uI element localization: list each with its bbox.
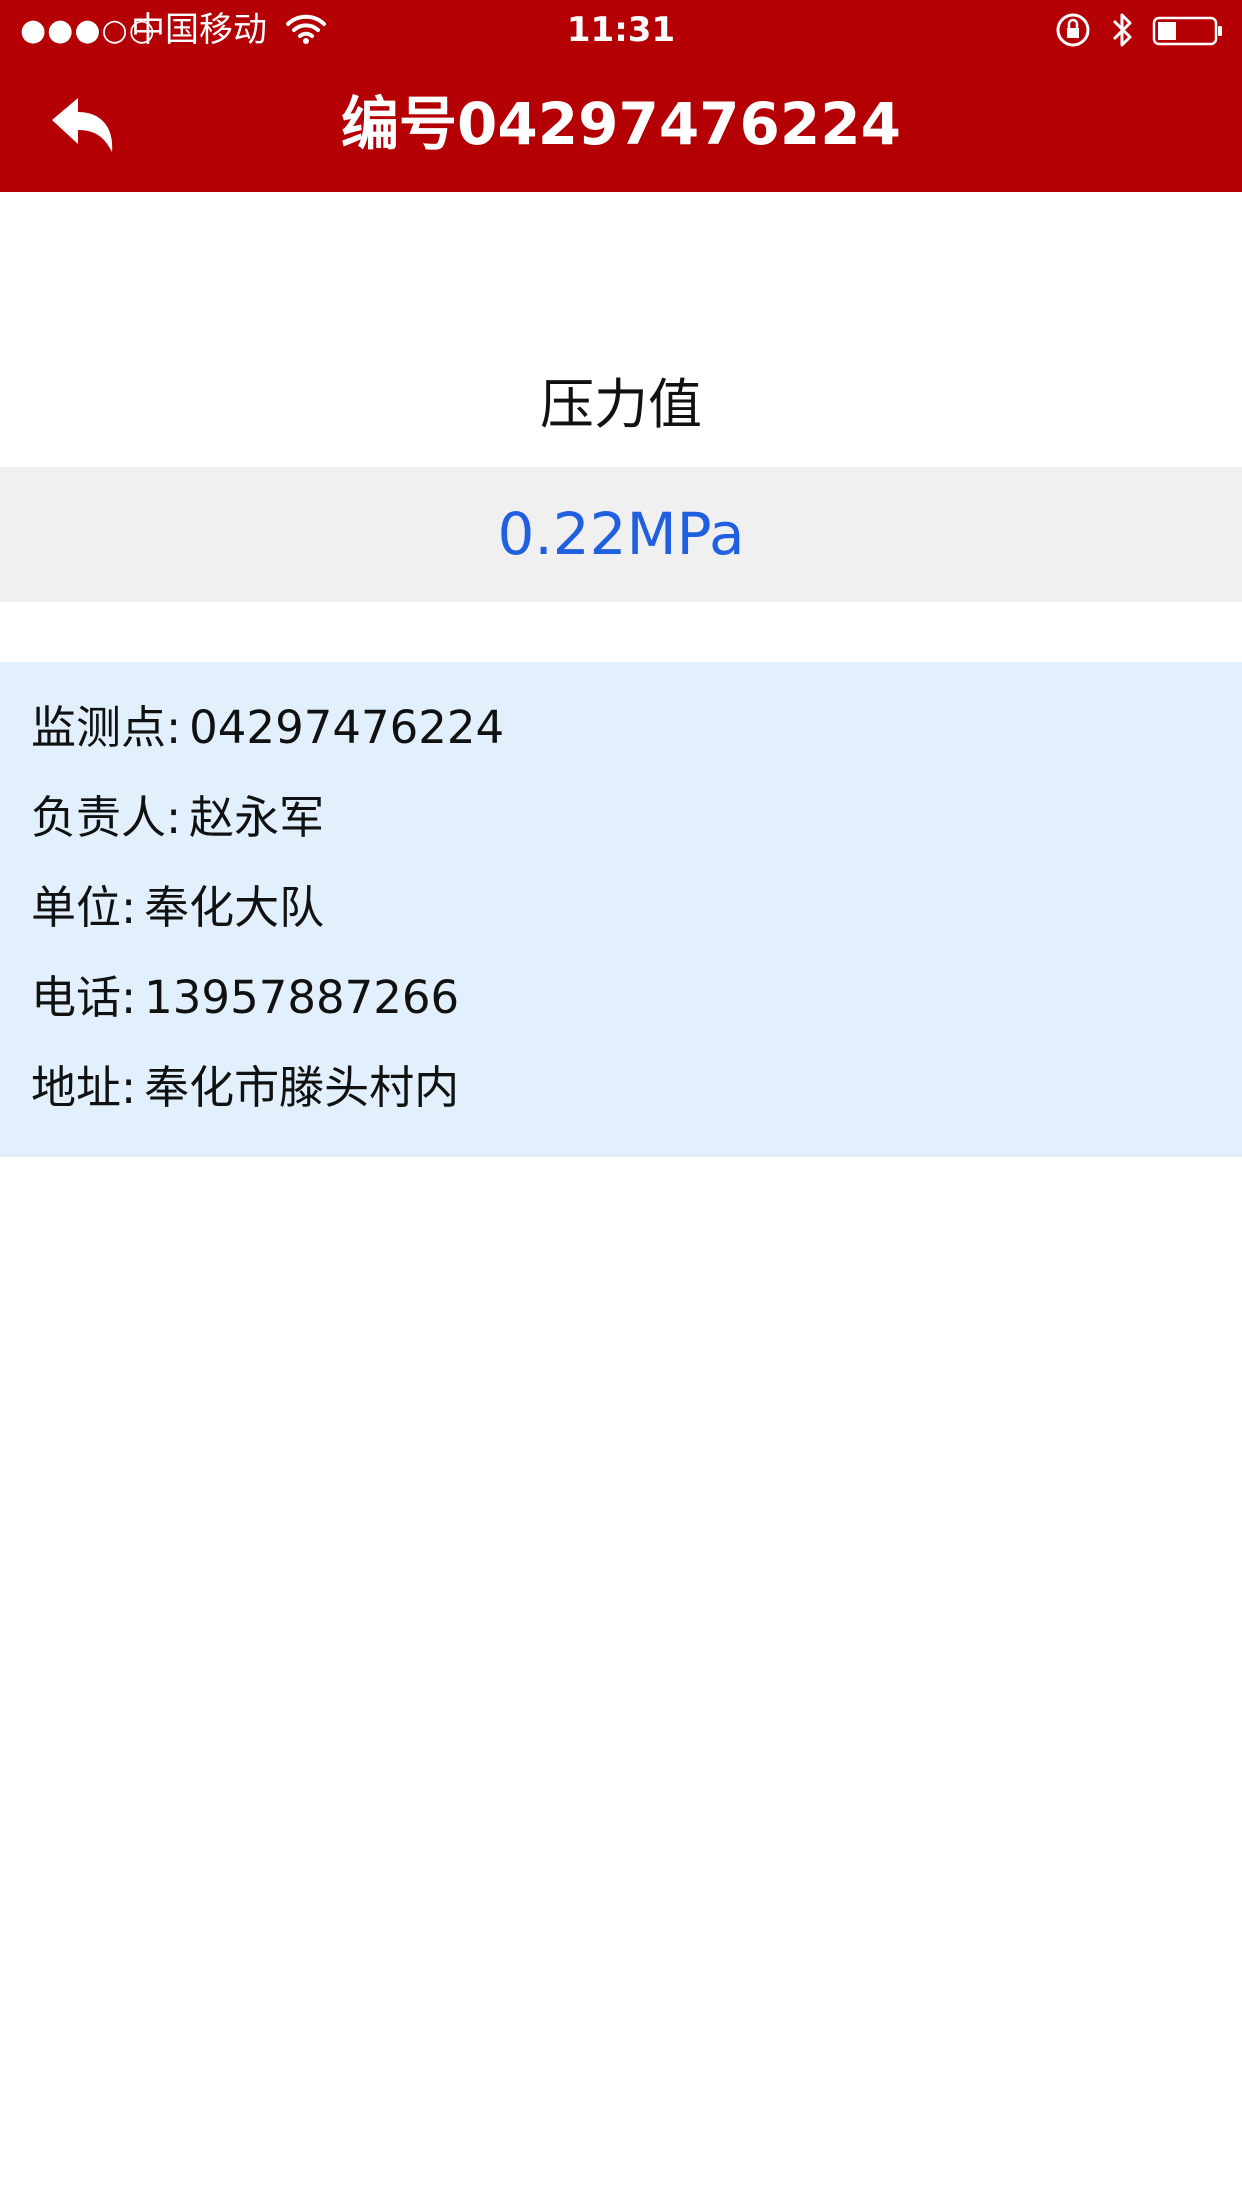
- orientation-lock-icon: [1055, 12, 1091, 48]
- info-value: 赵永军: [189, 791, 325, 844]
- navigation-bar: 编号04297476224: [0, 62, 1242, 192]
- pressure-value: 0.22MPa: [497, 500, 745, 568]
- status-bar: ●●●○○ 中国移动 11:31: [0, 0, 1242, 62]
- back-button[interactable]: [40, 90, 130, 160]
- pressure-label: 压力值: [540, 373, 702, 436]
- info-label: 监测点:: [31, 701, 182, 754]
- info-panel: 监测点: 04297476224 负责人: 赵永军 单位: 奉化大队 电话: 13957…: [0, 662, 1242, 1157]
- info-label: 地址:: [31, 1061, 137, 1114]
- info-value: 奉化市滕头村内: [144, 1061, 460, 1114]
- info-value: 04297476224: [189, 701, 505, 754]
- bluetooth-icon: [1108, 10, 1136, 50]
- back-arrow-icon: [52, 98, 113, 152]
- info-label: 单位:: [31, 881, 137, 934]
- info-row-address: 地址: 奉化市滕头村内: [31, 1058, 459, 1118]
- app-header: ●●●○○ 中国移动 11:31 编号04297476224: [0, 0, 1242, 192]
- info-row-responsible-person: 负责人: 赵永军: [31, 788, 324, 848]
- info-row-unit: 单位: 奉化大队: [31, 878, 324, 938]
- battery-icon: [1152, 16, 1224, 46]
- info-label: 电话:: [31, 971, 137, 1024]
- phone-number-link[interactable]: 13957887266: [144, 968, 459, 1028]
- page-title: 编号04297476224: [341, 90, 901, 158]
- pressure-value-box: 0.22MPa: [0, 467, 1242, 602]
- info-label: 负责人:: [31, 791, 182, 844]
- info-row-phone: 电话: 13957887266: [31, 968, 459, 1028]
- info-value: 奉化大队: [144, 881, 325, 934]
- info-row-monitoring-point: 监测点: 04297476224: [31, 698, 504, 758]
